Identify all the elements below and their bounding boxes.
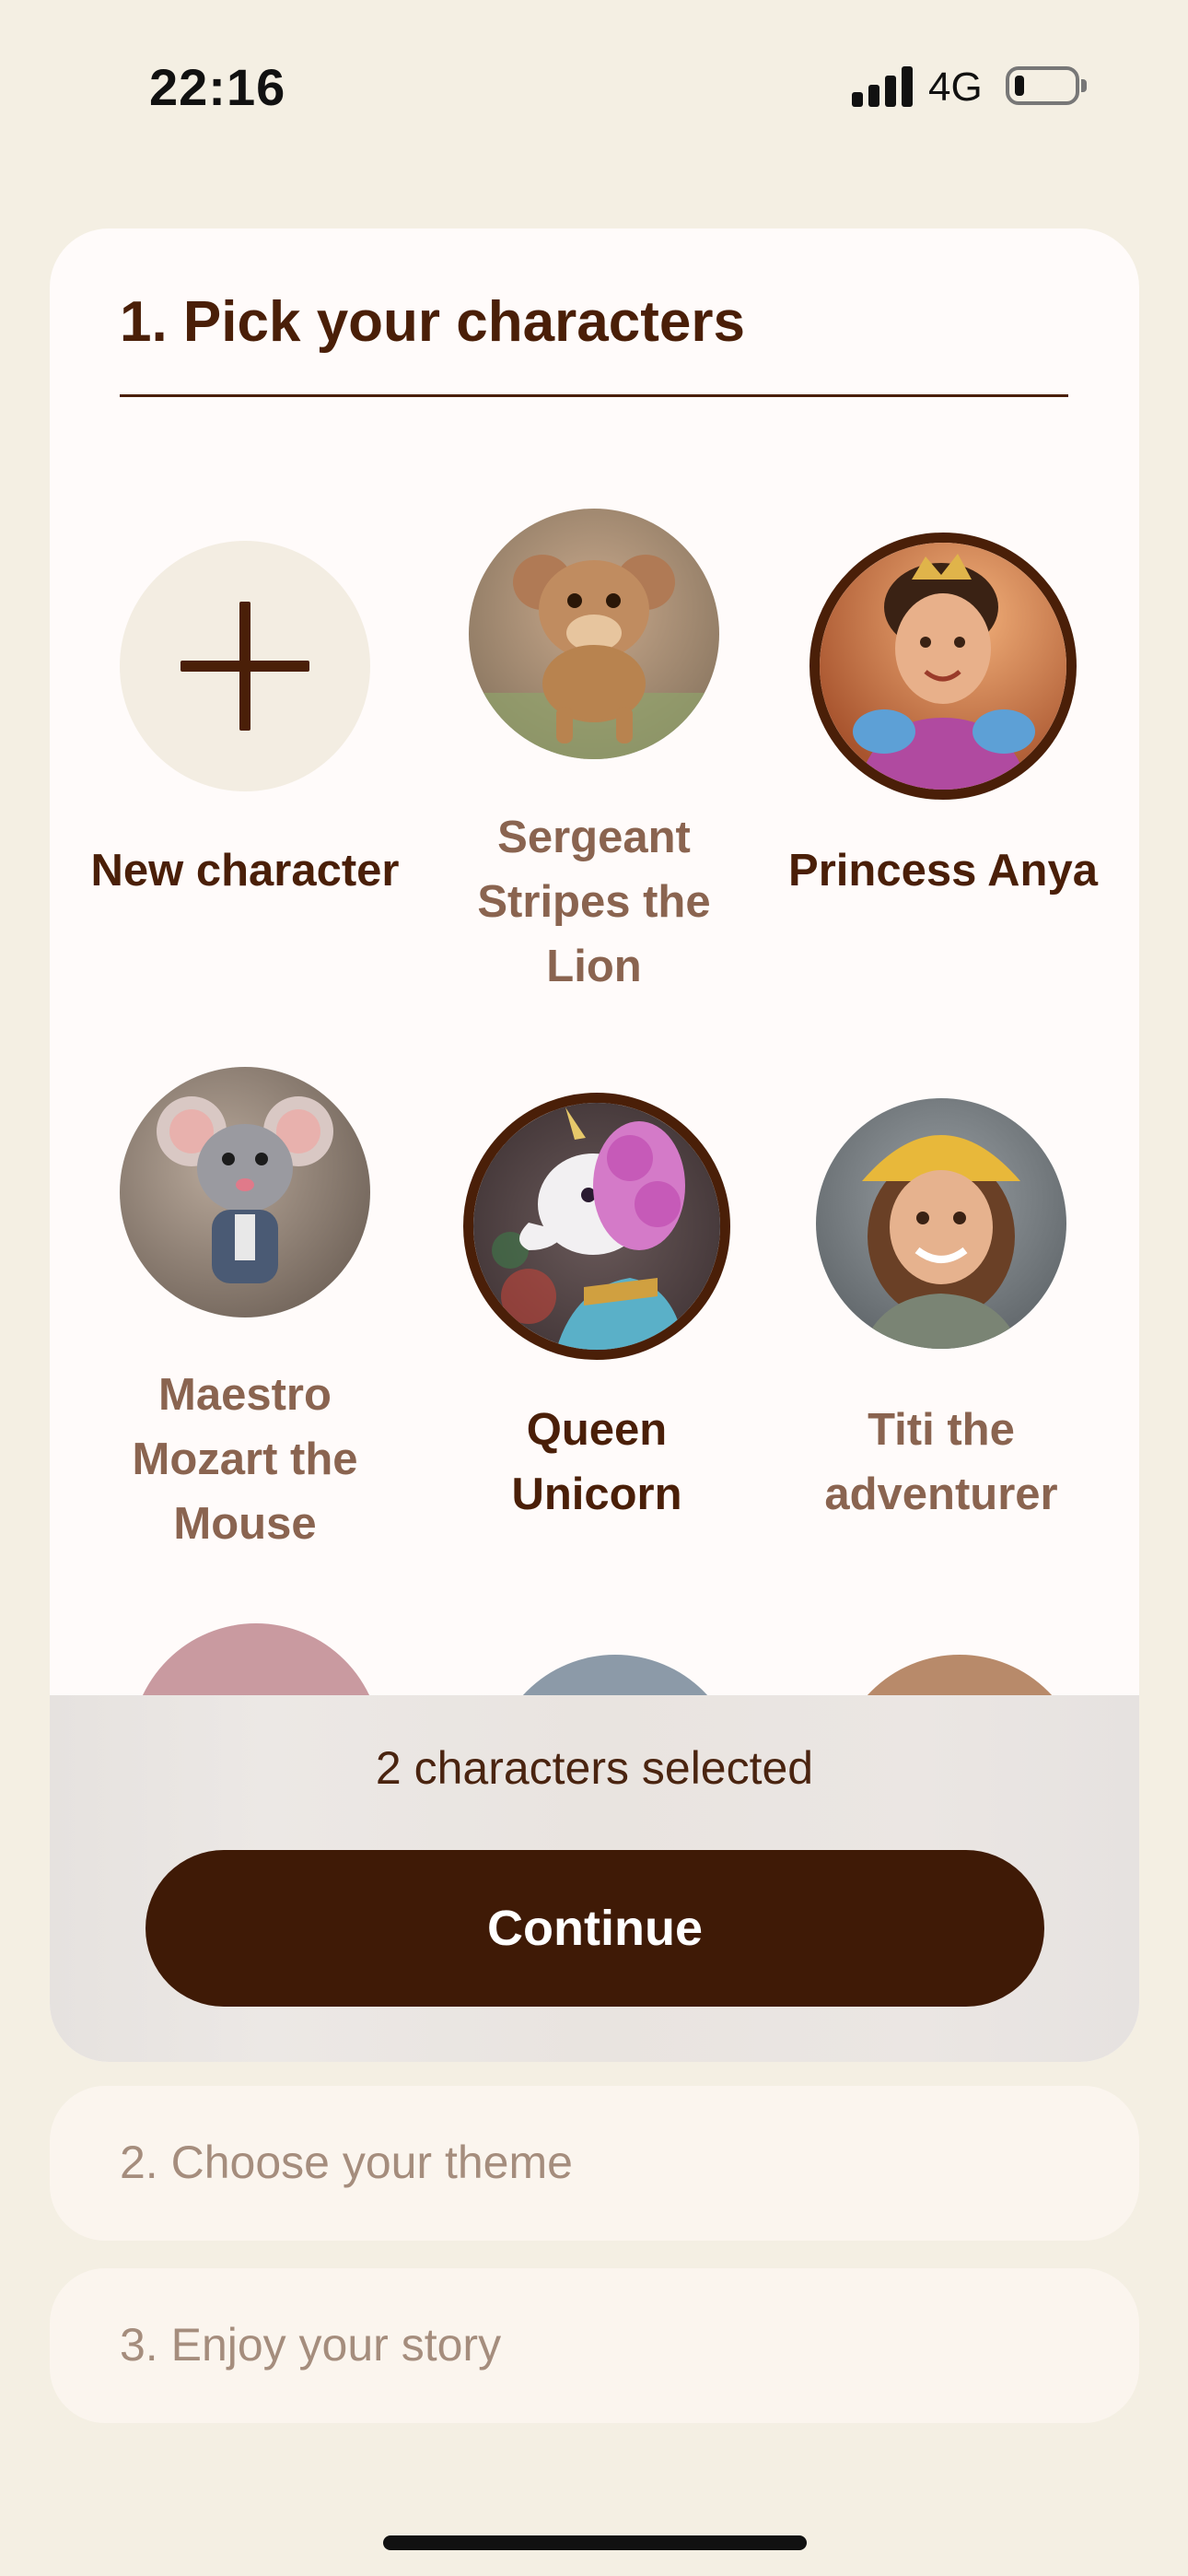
character-name: Titi the adventurer <box>824 1405 1058 1519</box>
status-bar: 22:16 4G <box>0 0 1188 175</box>
battery-icon <box>1006 66 1087 105</box>
step-label: 3. Enjoy your story <box>120 2319 502 2371</box>
selected-count-text: 2 characters selected <box>375 1742 814 1794</box>
new-character-label: New character <box>90 846 400 896</box>
card-title: 1. Pick your characters <box>120 290 745 354</box>
home-indicator[interactable] <box>383 2535 807 2550</box>
character-name: Princess Anya <box>788 846 1098 896</box>
title-divider <box>120 394 1068 397</box>
status-time: 22:16 <box>149 58 286 116</box>
step-enjoy-story[interactable]: 3. Enjoy your story <box>50 2268 1139 2423</box>
network-type: 4G <box>928 64 983 110</box>
selection-footer: 2 characters selected Continue <box>50 1695 1139 2062</box>
character-name: Sergeant Stripes the Lion <box>477 813 711 991</box>
character-avatar[interactable] <box>469 509 719 759</box>
character-avatar[interactable] <box>816 1098 1066 1349</box>
character-avatar[interactable] <box>120 1067 370 1317</box>
pick-characters-card: 1. Pick your characters New character Se… <box>50 228 1139 2062</box>
plus-icon <box>181 602 309 731</box>
character-name: Queen Unicorn <box>511 1405 682 1519</box>
continue-button[interactable]: Continue <box>146 1850 1044 2007</box>
step-choose-theme[interactable]: 2. Choose your theme <box>50 2086 1139 2241</box>
character-avatar-selected[interactable] <box>809 533 1077 800</box>
new-character-circle[interactable] <box>120 541 370 791</box>
character-name: Maestro Mozart the Mouse <box>132 1370 358 1549</box>
step-label: 2. Choose your theme <box>120 2137 573 2188</box>
cellular-signal-icon <box>852 66 913 107</box>
character-avatar-selected[interactable] <box>463 1093 730 1360</box>
